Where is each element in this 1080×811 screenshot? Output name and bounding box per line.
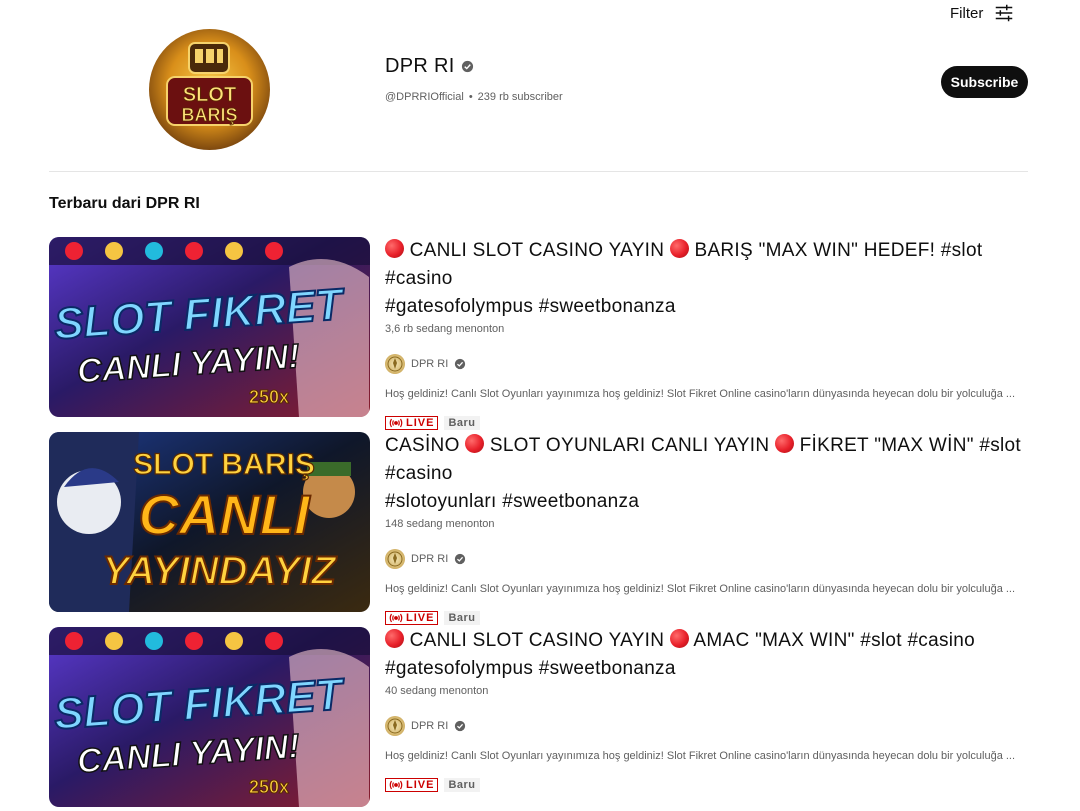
section-title: Terbaru dari DPR RI	[49, 195, 200, 212]
title-part: CANLI SLOT CASINO YAYIN	[409, 240, 665, 261]
live-badge: LIVE	[385, 778, 439, 792]
live-broadcast-icon	[389, 613, 403, 623]
channel-meta: @DPRRIOfficial • 239 rb subscriber	[385, 91, 563, 103]
video-item[interactable]: SLOT FIKRET CANLI YAYIN! 250x CANLI SLOT…	[49, 237, 1029, 430]
title-part: CANLI SLOT CASINO YAYIN	[409, 630, 665, 651]
subscriber-count: 239 rb subscriber	[477, 91, 563, 103]
video-channel-name[interactable]: DPR RI	[411, 358, 448, 370]
video-description: Hoş geldiniz! Canlı Slot Oyunları yayını…	[385, 750, 1016, 762]
red-circle-icon	[775, 434, 795, 453]
video-badges: LIVE Baru	[385, 778, 1029, 792]
thumbnail-title-line0: SLOT BARIŞ	[133, 448, 315, 481]
channel-mini-avatar[interactable]	[385, 549, 405, 569]
verified-check-icon	[454, 358, 467, 371]
title-hashtags: #gatesofolympus #sweetbonanza	[385, 658, 676, 679]
new-badge: Baru	[444, 611, 480, 625]
thumbnail-title-line1: CANLI	[138, 483, 311, 546]
channel-mini-avatar[interactable]	[385, 354, 405, 374]
channel-handle: @DPRRIOfficial	[385, 91, 464, 103]
video-channel-name[interactable]: DPR RI	[411, 553, 448, 565]
thumbnail-multiplier: 250x	[249, 777, 289, 797]
live-label: LIVE	[406, 417, 435, 429]
video-channel-name[interactable]: DPR RI	[411, 720, 448, 732]
video-channel-row: DPR RI	[385, 354, 1029, 374]
red-circle-icon	[385, 629, 404, 648]
channel-header: SLOT BARIŞ DPR RI @DPRRIOfficial • 239 r…	[0, 0, 1080, 172]
video-info: CANLI SLOT CASINO YAYIN BARIŞ "MAX WIN" …	[385, 237, 1029, 430]
video-channel-row: DPR RI	[385, 716, 1029, 736]
video-info: CANLI SLOT CASINO YAYIN AMAC "MAX WIN" #…	[385, 627, 1029, 792]
video-description: Hoş geldiniz! Canlı Slot Oyunları yayını…	[385, 583, 1016, 595]
red-circle-icon	[385, 239, 404, 258]
red-circle-icon	[465, 434, 485, 453]
video-thumbnail[interactable]: SLOT BARIŞ CANLI YAYINDAYIZ	[49, 432, 370, 612]
video-channel-row: DPR RI	[385, 549, 1029, 569]
video-item[interactable]: SLOT FIKRET CANLI YAYIN! 250x CANLI SLOT…	[49, 627, 1029, 808]
channel-name-row: DPR RI	[385, 55, 474, 78]
viewer-count: 148 sedang menonton	[385, 518, 495, 530]
verified-check-icon	[461, 60, 474, 73]
video-item[interactable]: SLOT BARIŞ CANLI YAYINDAYIZ CASİNO SLOT …	[49, 432, 1029, 625]
red-circle-icon	[669, 239, 689, 258]
header-divider	[49, 171, 1028, 172]
live-broadcast-icon	[389, 418, 403, 428]
video-title[interactable]: CASİNO SLOT OYUNLARI CANLI YAYIN FİKRET …	[385, 432, 1029, 516]
live-badge: LIVE	[385, 416, 439, 430]
video-description: Hoş geldiniz! Canlı Slot Oyunları yayını…	[385, 388, 1016, 400]
thumbnail-multiplier: 250x	[249, 387, 289, 407]
live-broadcast-icon	[389, 780, 403, 790]
subscribe-button[interactable]: Subscribe	[941, 66, 1028, 98]
red-circle-icon	[669, 629, 689, 648]
new-badge: Baru	[444, 778, 480, 792]
viewer-count: 40 sedang menonton	[385, 685, 489, 697]
video-title[interactable]: CANLI SLOT CASINO YAYIN BARIŞ "MAX WIN" …	[385, 237, 1029, 321]
channel-name[interactable]: DPR RI	[385, 55, 455, 78]
title-part: CASİNO	[385, 435, 460, 456]
viewer-count: 3,6 rb sedang menonton	[385, 323, 505, 335]
video-thumbnail[interactable]: SLOT FIKRET CANLI YAYIN! 250x	[49, 627, 370, 807]
new-badge: Baru	[444, 416, 480, 430]
avatar-text-bottom: BARIŞ	[181, 105, 237, 125]
title-part: AMAC "MAX WIN" #slot #casino	[693, 630, 976, 651]
thumbnail-title-line2: YAYINDAYIZ	[102, 549, 337, 593]
channel-avatar[interactable]: SLOT BARIŞ	[149, 29, 270, 150]
video-info: CASİNO SLOT OYUNLARI CANLI YAYIN FİKRET …	[385, 432, 1029, 625]
meta-separator: •	[468, 91, 473, 103]
video-title[interactable]: CANLI SLOT CASINO YAYIN AMAC "MAX WIN" #…	[385, 627, 1029, 683]
verified-check-icon	[454, 720, 467, 733]
live-label: LIVE	[406, 612, 435, 624]
title-hashtags: #gatesofolympus #sweetbonanza	[385, 296, 676, 317]
live-label: LIVE	[406, 779, 435, 791]
video-badges: LIVE Baru	[385, 416, 1029, 430]
title-part: SLOT OYUNLARI CANLI YAYIN	[489, 435, 770, 456]
avatar-text-top: SLOT	[183, 84, 236, 106]
video-thumbnail[interactable]: SLOT FIKRET CANLI YAYIN! 250x	[49, 237, 370, 417]
live-badge: LIVE	[385, 611, 439, 625]
channel-mini-avatar[interactable]	[385, 716, 405, 736]
title-hashtags: #slotoyunları #sweetbonanza	[385, 491, 640, 512]
video-badges: LIVE Baru	[385, 611, 1029, 625]
verified-check-icon	[454, 553, 467, 566]
